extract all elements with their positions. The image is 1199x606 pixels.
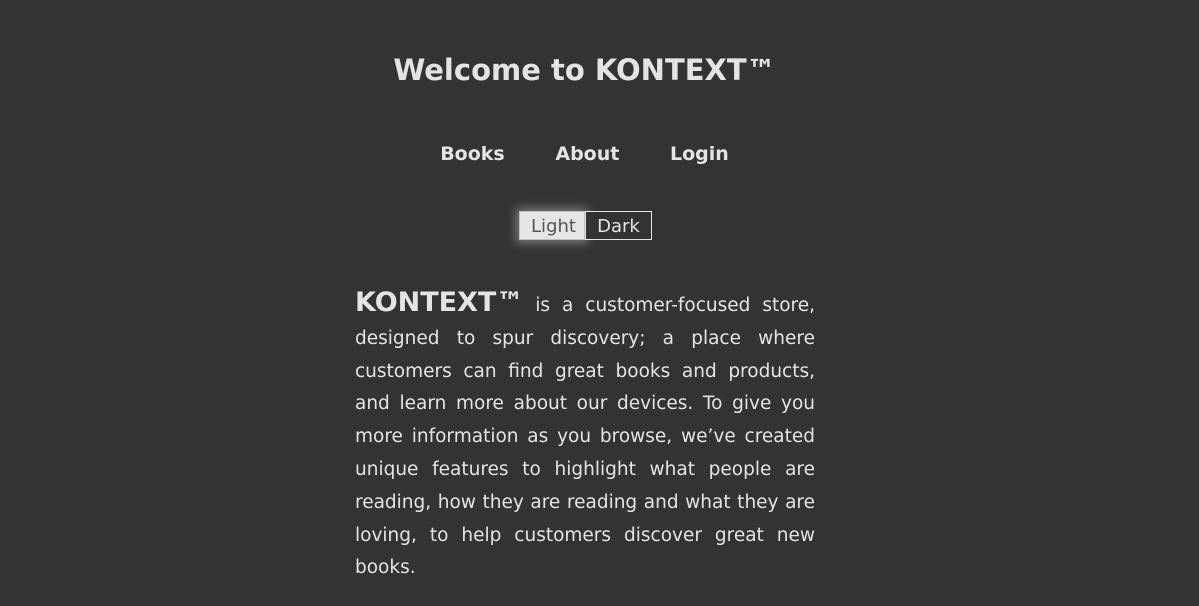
page-title: Welcome to KONTEXT™ <box>393 53 776 87</box>
nav-item-books[interactable]: Books <box>440 143 505 165</box>
brand-name: KONTEXT™ <box>355 287 524 318</box>
intro-paragraph: KONTEXT™ is a customer-focused store, de… <box>355 287 815 585</box>
theme-toggle: Light Dark <box>519 211 652 240</box>
intro-text: is a customer-focused store, designed to… <box>355 295 815 579</box>
nav-item-about[interactable]: About <box>555 143 619 165</box>
dark-theme-button[interactable]: Dark <box>585 211 652 240</box>
light-theme-button[interactable]: Light <box>519 211 585 240</box>
main-nav: Books About Login <box>0 140 1169 168</box>
nav-item-login[interactable]: Login <box>670 143 729 165</box>
